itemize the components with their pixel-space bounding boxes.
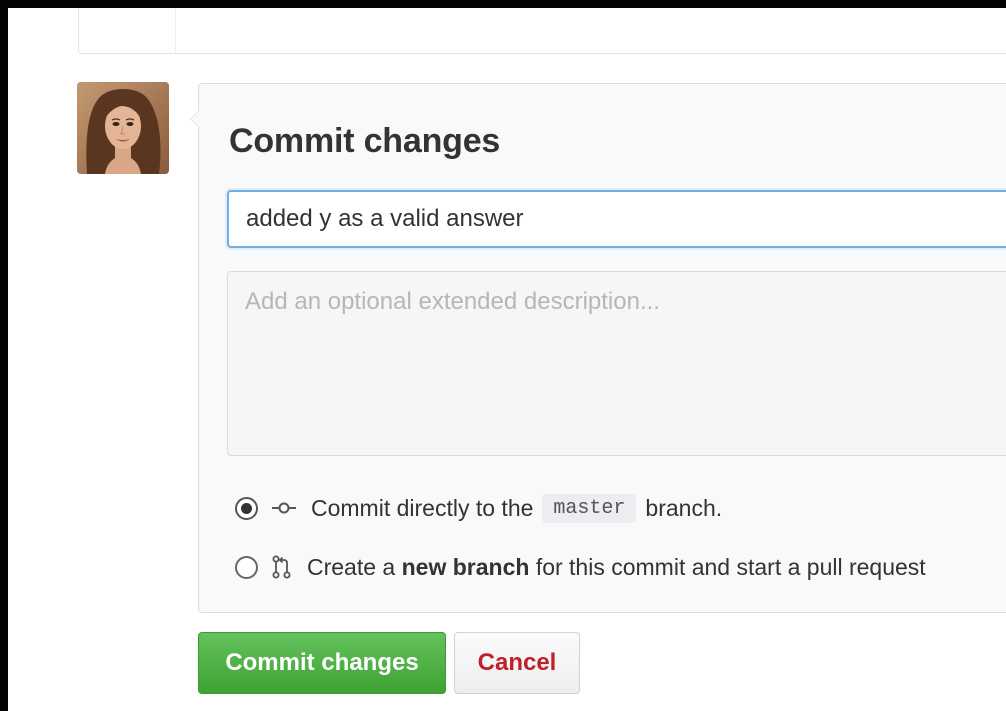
commit-direct-radio[interactable] <box>235 496 258 520</box>
commit-direct-prefix: Commit directly to the <box>311 494 534 521</box>
user-avatar[interactable] <box>77 82 169 174</box>
new-branch-option[interactable]: Create a new branch for this commit and … <box>235 550 926 584</box>
commit-description-textarea[interactable] <box>227 271 1006 456</box>
git-commit-icon <box>272 501 296 515</box>
cancel-button[interactable]: Cancel <box>454 632 580 694</box>
panel-pointer-fill <box>191 111 199 127</box>
new-branch-suffix: for this commit and start a pull request <box>535 553 926 580</box>
commit-panel: Commit changes Commit directly to the ma… <box>190 83 1006 613</box>
commit-heading: Commit changes <box>229 122 501 160</box>
new-branch-radio[interactable] <box>235 555 258 579</box>
new-branch-strong: new branch <box>401 553 530 580</box>
new-branch-prefix: Create a <box>307 553 396 580</box>
git-pull-request-icon <box>272 555 292 579</box>
branch-name-badge: master <box>542 493 637 523</box>
file-editor-footer <box>78 8 1006 54</box>
radio-selected-dot <box>241 502 252 514</box>
commit-direct-option[interactable]: Commit directly to the master branch. <box>235 491 722 525</box>
commit-direct-suffix: branch. <box>645 494 723 521</box>
page-frame: Commit changes Commit directly to the ma… <box>8 8 1006 711</box>
avatar-image <box>77 82 169 174</box>
editor-gutter-divider <box>175 8 176 53</box>
commit-summary-input[interactable] <box>227 190 1006 248</box>
commit-changes-button[interactable]: Commit changes <box>198 632 446 694</box>
